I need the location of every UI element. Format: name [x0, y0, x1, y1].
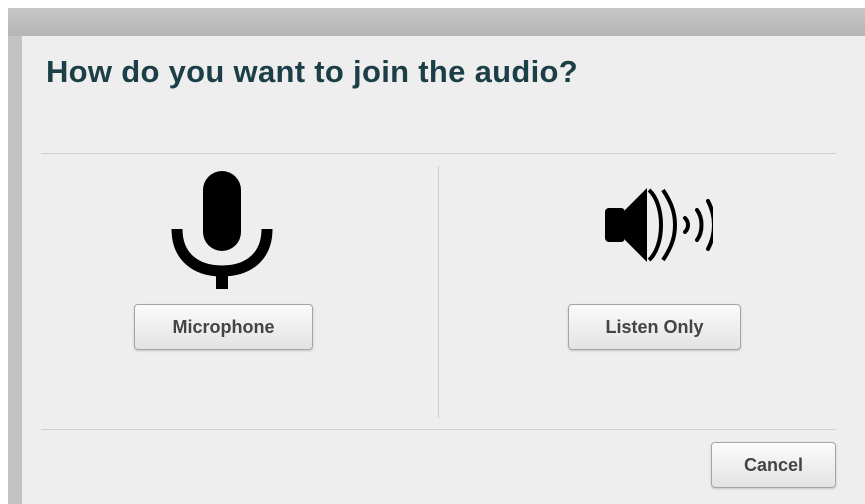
- audio-join-screen: How do you want to join the audio? Micro…: [0, 0, 865, 504]
- microphone-button[interactable]: Microphone: [134, 304, 313, 350]
- window-top-bar: [8, 8, 865, 36]
- listen-only-button[interactable]: Listen Only: [568, 304, 741, 350]
- cancel-button[interactable]: Cancel: [711, 442, 836, 488]
- dialog-title: How do you want to join the audio?: [46, 54, 578, 89]
- vertical-divider: [438, 166, 439, 418]
- audio-join-dialog: How do you want to join the audio? Micro…: [8, 36, 865, 504]
- microphone-icon: [170, 171, 274, 289]
- top-divider: [41, 153, 836, 154]
- speaker-icon: [603, 184, 716, 266]
- bottom-divider: [41, 429, 836, 430]
